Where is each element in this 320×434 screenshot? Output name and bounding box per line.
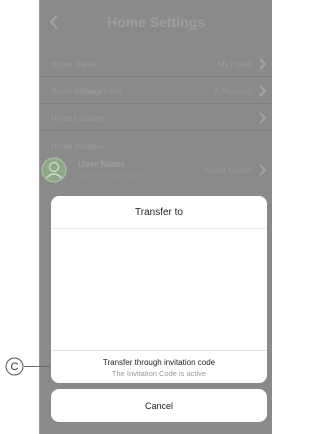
- member-role: Home Owner: [204, 166, 252, 175]
- chevron-right-icon: [259, 58, 267, 70]
- room-management-label: Room Management: [51, 86, 122, 96]
- option-title: Transfer through invitation code: [102, 358, 216, 367]
- member-email: user@example.com: [78, 172, 141, 179]
- members-section-label: Home Member: [51, 142, 104, 151]
- home-location-label: Home Location: [51, 113, 105, 123]
- member-row[interactable]: User Name user@example.com Home Owner: [40, 156, 272, 190]
- transfer-invitation-option[interactable]: Transfer through invitation code The Inv…: [51, 350, 267, 383]
- home-location-row[interactable]: Home Location: [40, 106, 272, 131]
- callout-label: C: [10, 360, 19, 373]
- transfer-sheet: Transfer to Transfer through invitation …: [51, 196, 267, 383]
- header: Home Settings: [40, 0, 272, 44]
- home-name-label: Home Name: [51, 59, 96, 69]
- cancel-button[interactable]: Cancel: [51, 389, 267, 422]
- chevron-right-icon: [259, 85, 267, 97]
- member-name: User Name: [78, 159, 126, 169]
- home-name-row[interactable]: Home Name My Home: [40, 52, 272, 77]
- chevron-right-icon: [259, 164, 267, 176]
- home-name-value: My Home: [217, 59, 252, 69]
- room-management-row[interactable]: Room Management 5 Room(s): [40, 79, 272, 104]
- chevron-right-icon: [259, 112, 267, 124]
- app-screen: Home Settings Home Name My Home Room Man…: [39, 0, 272, 434]
- sheet-title: Transfer to: [51, 196, 267, 229]
- sheet-body: [51, 229, 267, 349]
- page-title: Home Settings: [106, 14, 205, 30]
- option-subtitle: The Invitation Code is active: [111, 369, 207, 378]
- room-management-value: 5 Room(s): [214, 86, 252, 96]
- back-icon[interactable]: [46, 13, 64, 31]
- avatar-icon: [41, 157, 67, 183]
- callout-leader-line: [24, 366, 50, 367]
